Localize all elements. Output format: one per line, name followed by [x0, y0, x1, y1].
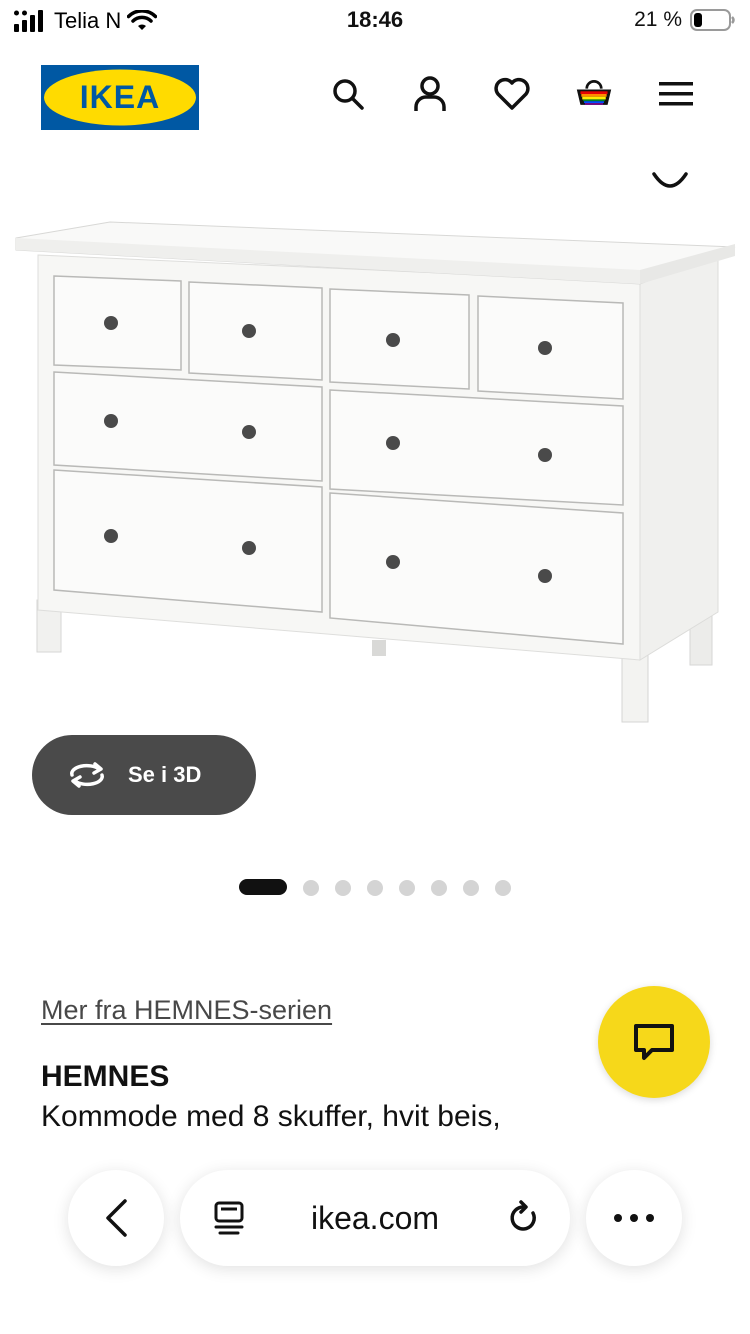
- more-dots-icon: [614, 1214, 654, 1222]
- chevron-left-icon: [106, 1199, 127, 1237]
- pagination-dot[interactable]: [335, 880, 351, 896]
- site-header: IKEA: [0, 60, 750, 135]
- view-3d-label: Se i 3D: [128, 762, 202, 787]
- address-bar[interactable]: ikea.com: [180, 1170, 570, 1266]
- heart-icon[interactable]: [493, 75, 531, 113]
- gallery-pagination: [0, 878, 750, 896]
- pagination-dot-active[interactable]: [239, 879, 287, 895]
- logo-text: IKEA: [80, 79, 160, 115]
- pagination-dot[interactable]: [495, 880, 511, 896]
- product-name: HEMNES: [41, 1060, 170, 1093]
- reload-icon[interactable]: [506, 1200, 542, 1236]
- chat-button[interactable]: [598, 986, 710, 1098]
- pagination-dot[interactable]: [399, 880, 415, 896]
- pagination-dot[interactable]: [303, 880, 319, 896]
- battery-percent: 21 %: [634, 8, 682, 31]
- menu-icon[interactable]: [657, 75, 695, 113]
- battery-icon: [690, 9, 735, 31]
- more-button[interactable]: [586, 1170, 682, 1266]
- header-icons: [329, 75, 695, 113]
- ikea-logo[interactable]: IKEA: [41, 65, 199, 130]
- view-3d-button[interactable]: Se i 3D: [32, 735, 256, 815]
- series-link[interactable]: Mer fra HEMNES-serien: [41, 995, 332, 1026]
- back-button[interactable]: [68, 1170, 164, 1266]
- product-image[interactable]: [0, 150, 750, 740]
- chat-icon: [634, 1024, 674, 1060]
- rotate-3d-icon: [70, 762, 104, 788]
- status-right: 21 %: [634, 8, 736, 32]
- pagination-dot[interactable]: [367, 880, 383, 896]
- basket-icon[interactable]: [575, 75, 613, 113]
- account-icon[interactable]: [411, 75, 449, 113]
- search-icon[interactable]: [329, 75, 367, 113]
- product-description: Kommode med 8 skuffer, hvit beis,: [41, 1100, 501, 1133]
- status-bar: Telia N 18:46 21 %: [0, 0, 750, 42]
- pagination-dot[interactable]: [463, 880, 479, 896]
- pagination-dot[interactable]: [431, 880, 447, 896]
